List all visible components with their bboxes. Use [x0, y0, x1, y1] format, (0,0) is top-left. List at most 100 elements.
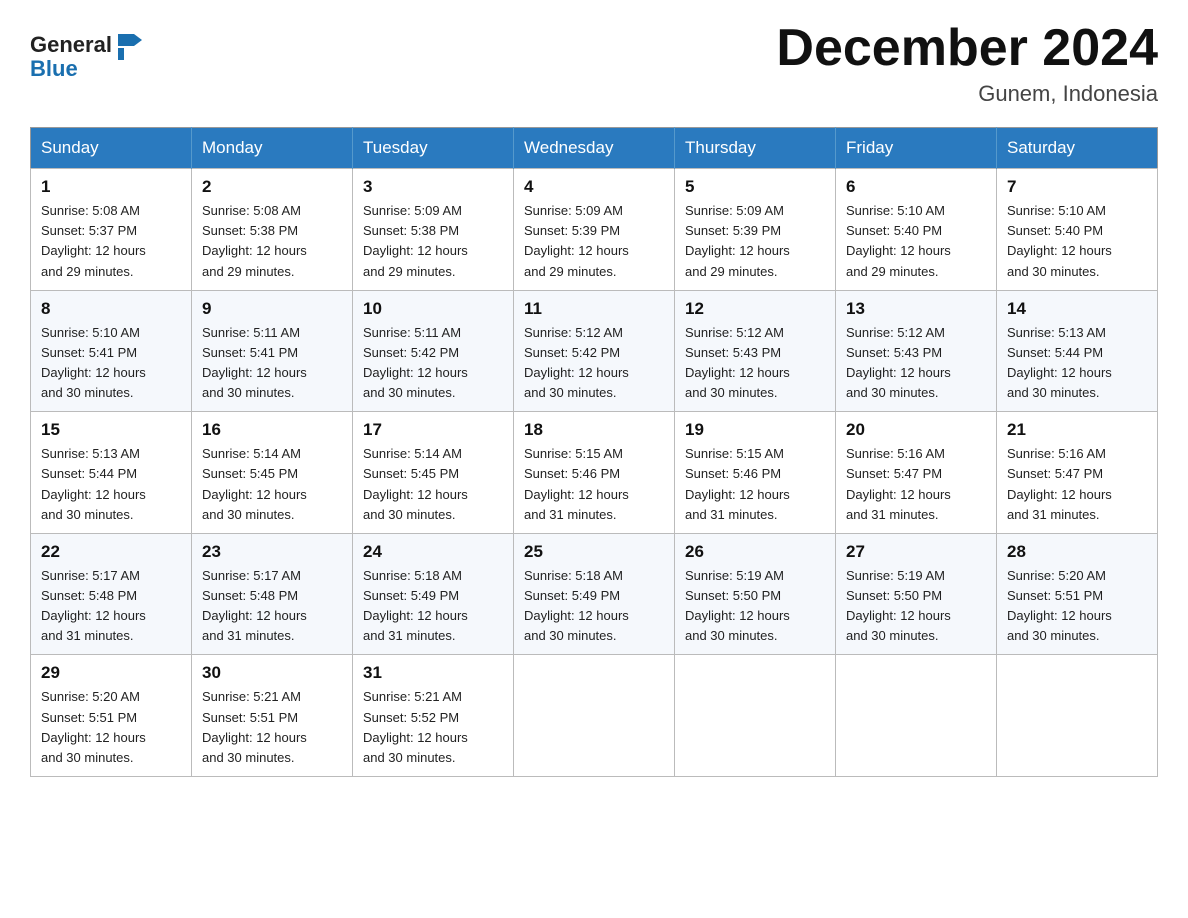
day-info: Sunrise: 5:08 AM Sunset: 5:37 PM Dayligh…: [41, 201, 181, 282]
table-row: 31 Sunrise: 5:21 AM Sunset: 5:52 PM Dayl…: [353, 655, 514, 777]
day-number: 27: [846, 542, 986, 562]
day-number: 4: [524, 177, 664, 197]
day-number: 11: [524, 299, 664, 319]
page-header: General Blue December 2024 Gunem, Indone…: [30, 20, 1158, 107]
table-row: [836, 655, 997, 777]
table-row: 8 Sunrise: 5:10 AM Sunset: 5:41 PM Dayli…: [31, 290, 192, 412]
day-info: Sunrise: 5:18 AM Sunset: 5:49 PM Dayligh…: [524, 566, 664, 647]
day-number: 13: [846, 299, 986, 319]
day-info: Sunrise: 5:11 AM Sunset: 5:42 PM Dayligh…: [363, 323, 503, 404]
day-info: Sunrise: 5:12 AM Sunset: 5:42 PM Dayligh…: [524, 323, 664, 404]
day-info: Sunrise: 5:19 AM Sunset: 5:50 PM Dayligh…: [685, 566, 825, 647]
table-row: 28 Sunrise: 5:20 AM Sunset: 5:51 PM Dayl…: [997, 533, 1158, 655]
table-row: 26 Sunrise: 5:19 AM Sunset: 5:50 PM Dayl…: [675, 533, 836, 655]
table-row: 15 Sunrise: 5:13 AM Sunset: 5:44 PM Dayl…: [31, 412, 192, 534]
day-number: 12: [685, 299, 825, 319]
table-row: 3 Sunrise: 5:09 AM Sunset: 5:38 PM Dayli…: [353, 169, 514, 291]
day-info: Sunrise: 5:19 AM Sunset: 5:50 PM Dayligh…: [846, 566, 986, 647]
day-info: Sunrise: 5:16 AM Sunset: 5:47 PM Dayligh…: [846, 444, 986, 525]
logo-icon: [114, 30, 144, 60]
day-number: 10: [363, 299, 503, 319]
table-row: 29 Sunrise: 5:20 AM Sunset: 5:51 PM Dayl…: [31, 655, 192, 777]
calendar-week-2: 8 Sunrise: 5:10 AM Sunset: 5:41 PM Dayli…: [31, 290, 1158, 412]
table-row: 10 Sunrise: 5:11 AM Sunset: 5:42 PM Dayl…: [353, 290, 514, 412]
col-monday: Monday: [192, 128, 353, 169]
calendar-table: Sunday Monday Tuesday Wednesday Thursday…: [30, 127, 1158, 777]
table-row: 21 Sunrise: 5:16 AM Sunset: 5:47 PM Dayl…: [997, 412, 1158, 534]
day-number: 19: [685, 420, 825, 440]
calendar-week-4: 22 Sunrise: 5:17 AM Sunset: 5:48 PM Dayl…: [31, 533, 1158, 655]
day-number: 7: [1007, 177, 1147, 197]
table-row: [675, 655, 836, 777]
table-row: [514, 655, 675, 777]
day-number: 22: [41, 542, 181, 562]
day-info: Sunrise: 5:12 AM Sunset: 5:43 PM Dayligh…: [685, 323, 825, 404]
day-number: 1: [41, 177, 181, 197]
table-row: 30 Sunrise: 5:21 AM Sunset: 5:51 PM Dayl…: [192, 655, 353, 777]
day-info: Sunrise: 5:17 AM Sunset: 5:48 PM Dayligh…: [202, 566, 342, 647]
month-title: December 2024: [776, 20, 1158, 77]
day-info: Sunrise: 5:09 AM Sunset: 5:39 PM Dayligh…: [685, 201, 825, 282]
day-info: Sunrise: 5:11 AM Sunset: 5:41 PM Dayligh…: [202, 323, 342, 404]
table-row: 2 Sunrise: 5:08 AM Sunset: 5:38 PM Dayli…: [192, 169, 353, 291]
table-row: 27 Sunrise: 5:19 AM Sunset: 5:50 PM Dayl…: [836, 533, 997, 655]
day-info: Sunrise: 5:09 AM Sunset: 5:39 PM Dayligh…: [524, 201, 664, 282]
day-info: Sunrise: 5:10 AM Sunset: 5:40 PM Dayligh…: [1007, 201, 1147, 282]
day-number: 30: [202, 663, 342, 683]
day-number: 17: [363, 420, 503, 440]
day-number: 2: [202, 177, 342, 197]
day-info: Sunrise: 5:14 AM Sunset: 5:45 PM Dayligh…: [363, 444, 503, 525]
day-info: Sunrise: 5:14 AM Sunset: 5:45 PM Dayligh…: [202, 444, 342, 525]
table-row: 6 Sunrise: 5:10 AM Sunset: 5:40 PM Dayli…: [836, 169, 997, 291]
day-number: 28: [1007, 542, 1147, 562]
location: Gunem, Indonesia: [776, 81, 1158, 107]
day-info: Sunrise: 5:21 AM Sunset: 5:51 PM Dayligh…: [202, 687, 342, 768]
table-row: 5 Sunrise: 5:09 AM Sunset: 5:39 PM Dayli…: [675, 169, 836, 291]
day-info: Sunrise: 5:08 AM Sunset: 5:38 PM Dayligh…: [202, 201, 342, 282]
day-number: 9: [202, 299, 342, 319]
day-number: 26: [685, 542, 825, 562]
day-number: 23: [202, 542, 342, 562]
day-number: 25: [524, 542, 664, 562]
day-info: Sunrise: 5:16 AM Sunset: 5:47 PM Dayligh…: [1007, 444, 1147, 525]
day-info: Sunrise: 5:13 AM Sunset: 5:44 PM Dayligh…: [41, 444, 181, 525]
table-row: 11 Sunrise: 5:12 AM Sunset: 5:42 PM Dayl…: [514, 290, 675, 412]
day-number: 14: [1007, 299, 1147, 319]
day-number: 20: [846, 420, 986, 440]
col-tuesday: Tuesday: [353, 128, 514, 169]
day-info: Sunrise: 5:10 AM Sunset: 5:40 PM Dayligh…: [846, 201, 986, 282]
day-info: Sunrise: 5:12 AM Sunset: 5:43 PM Dayligh…: [846, 323, 986, 404]
day-info: Sunrise: 5:17 AM Sunset: 5:48 PM Dayligh…: [41, 566, 181, 647]
logo-general: General: [30, 33, 112, 57]
day-number: 16: [202, 420, 342, 440]
day-info: Sunrise: 5:18 AM Sunset: 5:49 PM Dayligh…: [363, 566, 503, 647]
col-thursday: Thursday: [675, 128, 836, 169]
title-area: December 2024 Gunem, Indonesia: [776, 20, 1158, 107]
table-row: 7 Sunrise: 5:10 AM Sunset: 5:40 PM Dayli…: [997, 169, 1158, 291]
table-row: 24 Sunrise: 5:18 AM Sunset: 5:49 PM Dayl…: [353, 533, 514, 655]
calendar-week-3: 15 Sunrise: 5:13 AM Sunset: 5:44 PM Dayl…: [31, 412, 1158, 534]
table-row: 19 Sunrise: 5:15 AM Sunset: 5:46 PM Dayl…: [675, 412, 836, 534]
day-number: 18: [524, 420, 664, 440]
day-info: Sunrise: 5:13 AM Sunset: 5:44 PM Dayligh…: [1007, 323, 1147, 404]
col-saturday: Saturday: [997, 128, 1158, 169]
calendar-week-1: 1 Sunrise: 5:08 AM Sunset: 5:37 PM Dayli…: [31, 169, 1158, 291]
logo: General Blue: [30, 30, 144, 82]
day-number: 21: [1007, 420, 1147, 440]
col-friday: Friday: [836, 128, 997, 169]
table-row: 12 Sunrise: 5:12 AM Sunset: 5:43 PM Dayl…: [675, 290, 836, 412]
table-row: 23 Sunrise: 5:17 AM Sunset: 5:48 PM Dayl…: [192, 533, 353, 655]
day-info: Sunrise: 5:21 AM Sunset: 5:52 PM Dayligh…: [363, 687, 503, 768]
day-info: Sunrise: 5:20 AM Sunset: 5:51 PM Dayligh…: [1007, 566, 1147, 647]
day-number: 8: [41, 299, 181, 319]
day-number: 31: [363, 663, 503, 683]
day-number: 24: [363, 542, 503, 562]
day-number: 5: [685, 177, 825, 197]
day-info: Sunrise: 5:20 AM Sunset: 5:51 PM Dayligh…: [41, 687, 181, 768]
col-sunday: Sunday: [31, 128, 192, 169]
table-row: 9 Sunrise: 5:11 AM Sunset: 5:41 PM Dayli…: [192, 290, 353, 412]
day-info: Sunrise: 5:15 AM Sunset: 5:46 PM Dayligh…: [685, 444, 825, 525]
table-row: 22 Sunrise: 5:17 AM Sunset: 5:48 PM Dayl…: [31, 533, 192, 655]
table-row: 25 Sunrise: 5:18 AM Sunset: 5:49 PM Dayl…: [514, 533, 675, 655]
calendar-week-5: 29 Sunrise: 5:20 AM Sunset: 5:51 PM Dayl…: [31, 655, 1158, 777]
